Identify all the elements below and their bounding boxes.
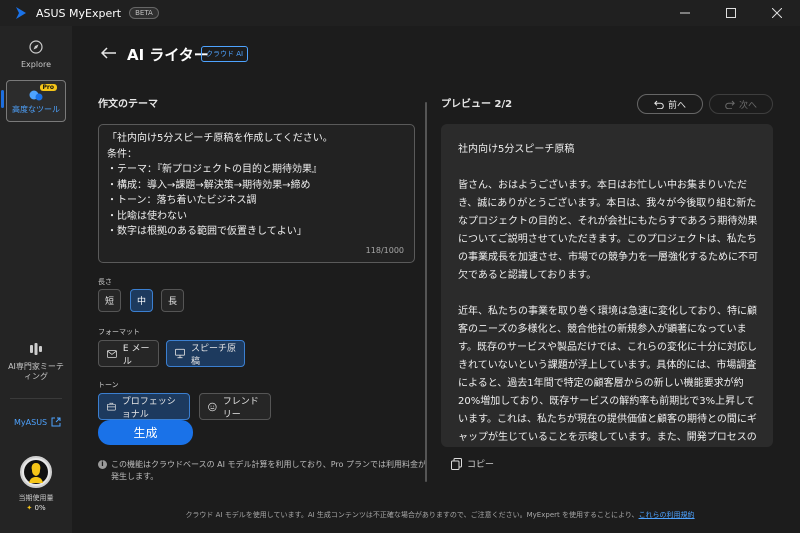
previous-label: 前へ — [667, 100, 686, 111]
copy-icon — [451, 457, 462, 470]
page-title: AI ライター — [127, 46, 209, 64]
footer-text: クラウド AI モデルを使用しています。AI 生成コンテンツは不正確な場合があり… — [185, 511, 639, 519]
arrow-left-icon — [101, 47, 116, 59]
tone-label: トーン — [98, 381, 119, 389]
smile-icon — [208, 402, 217, 411]
usage-percent: 0% — [34, 504, 46, 512]
preview-paragraph-2: 近年、私たちの事業を取り巻く環境は急速に変化しており、特に顧客のニーズの多様化と… — [458, 306, 757, 443]
app-title: ASUS MyExpert — [36, 6, 122, 20]
previous-button[interactable]: 前へ — [637, 94, 703, 114]
terms-link[interactable]: これらの利用規約 — [639, 511, 695, 519]
sidebar: Explore Pro 高度なツール AI専門家ミーティング MyASUS 当期… — [0, 26, 72, 533]
asus-logo-icon — [16, 7, 26, 19]
mail-icon — [107, 349, 117, 358]
active-indicator — [1, 90, 4, 108]
sparkle-icon: ✦ — [26, 504, 33, 512]
minimize-icon — [680, 12, 690, 14]
sidebar-item-advanced-tools[interactable]: Pro 高度なツール — [6, 80, 66, 122]
format-speech-label: スピーチ原稿 — [191, 343, 237, 367]
usage-panel[interactable]: 当期使用量 ✦ 0% — [6, 456, 66, 512]
topic-textarea[interactable]: 「社内向け5分スピーチ原稿を作成してください。 条件： ・テーマ：『新プロジェク… — [98, 124, 415, 263]
cloud-ai-badge: クラウド AI — [201, 46, 249, 62]
external-link-icon — [51, 417, 61, 427]
generate-button[interactable]: 生成 — [98, 420, 193, 445]
title-bar: ASUS MyExpert BETA — [0, 0, 800, 26]
user-silhouette-icon — [24, 460, 48, 484]
sidebar-item-expert-meeting[interactable]: AI専門家ミーティング — [6, 342, 66, 388]
length-long-button[interactable]: 長 — [161, 289, 184, 312]
undo-arrow-icon — [654, 100, 664, 109]
myasus-label: MyASUS — [14, 417, 48, 427]
preview-paragraph-1: 皆さん、おはようございます。本日はお忙しい中お集まりいただき、誠にありがとうござ… — [458, 180, 758, 281]
usage-label: 当期使用量 — [18, 494, 54, 502]
usage-value: ✦ 0% — [26, 504, 45, 512]
window-controls — [662, 0, 800, 26]
topic-text: 「社内向け5分スピーチ原稿を作成してください。 条件： ・テーマ：『新プロジェク… — [107, 133, 333, 237]
tone-professional-button[interactable]: プロフェッショナル — [98, 393, 190, 420]
info-icon: i — [98, 460, 107, 469]
length-medium-button[interactable]: 中 — [130, 289, 153, 312]
sidebar-item-label: 高度なツール — [12, 105, 60, 114]
tone-professional-label: プロフェッショナル — [121, 396, 176, 420]
close-button[interactable] — [754, 0, 800, 26]
pro-badge: Pro — [39, 84, 57, 91]
avatar — [20, 456, 52, 488]
redo-arrow-icon — [725, 100, 735, 109]
sidebar-item-label: Explore — [20, 60, 52, 69]
back-button[interactable] — [100, 44, 118, 62]
preview-title: 社内向け5分スピーチ原稿 — [458, 144, 575, 155]
length-short-button[interactable]: 短 — [98, 289, 121, 312]
next-label: 次へ — [738, 100, 757, 111]
format-email-label: E メール — [122, 343, 150, 367]
maximize-button[interactable] — [708, 0, 754, 26]
preview-content[interactable]: 社内向け5分スピーチ原稿 皆さん、おはようございます。本日はお忙しい中お集まりい… — [441, 124, 773, 447]
close-icon — [772, 8, 782, 18]
format-email-button[interactable]: E メール — [98, 340, 159, 367]
footer-disclaimer: クラウド AI モデルを使用しています。AI 生成コンテンツは不正確な場合があり… — [100, 510, 780, 520]
topic-label: 作文のテーマ — [98, 99, 158, 110]
next-button[interactable]: 次へ — [709, 94, 773, 114]
briefcase-icon — [107, 402, 116, 411]
scrollbar[interactable] — [425, 102, 427, 482]
format-label: フォーマット — [98, 328, 140, 336]
character-counter: 118/1000 — [365, 246, 404, 255]
minimize-button[interactable] — [662, 0, 708, 26]
copy-label: コピー — [467, 460, 495, 470]
sidebar-item-label: AI専門家ミーティング — [8, 362, 64, 381]
presentation-icon — [175, 348, 185, 359]
meeting-icon — [30, 343, 42, 355]
usage-notice: i この機能はクラウドベースの AI モデル計算を利用しており、Pro プランで… — [98, 459, 428, 483]
sidebar-divider — [10, 398, 62, 399]
myasus-link[interactable]: MyASUS — [14, 417, 61, 427]
notice-text: この機能はクラウドベースの AI モデル計算を利用しており、Pro プランでは利… — [111, 460, 426, 481]
sidebar-item-explore[interactable]: Explore — [6, 40, 66, 74]
format-speech-button[interactable]: スピーチ原稿 — [166, 340, 245, 367]
length-label: 長さ — [98, 278, 112, 286]
maximize-icon — [726, 8, 736, 18]
compass-icon — [29, 40, 43, 54]
preview-label: プレビュー 2/2 — [441, 99, 513, 110]
tone-friendly-label: フレンドリー — [222, 396, 259, 420]
copy-button[interactable]: コピー — [451, 457, 494, 470]
tone-friendly-button[interactable]: フレンドリー — [199, 393, 271, 420]
beta-badge: BETA — [129, 7, 159, 19]
